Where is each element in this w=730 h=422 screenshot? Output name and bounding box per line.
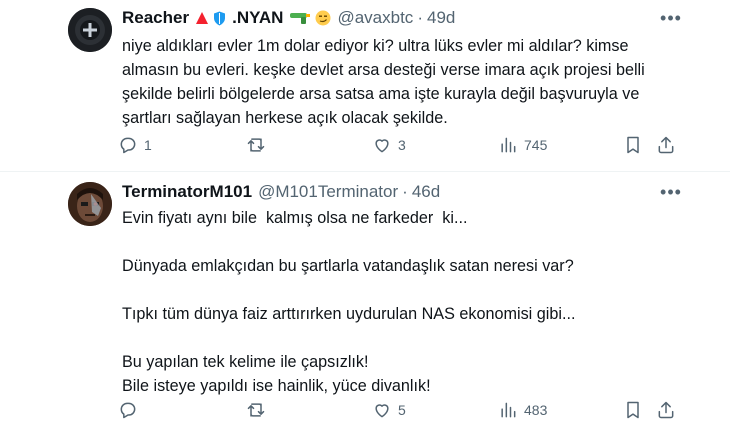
like-count: 5 xyxy=(398,402,406,418)
reply-icon xyxy=(120,402,136,419)
tweet-text-line: şekilde belirli bölgelerde arsa satsa am… xyxy=(122,85,640,103)
tweet-text: niye aldıkları evler 1m dolar ediyor ki?… xyxy=(122,34,670,130)
tweet-text-line: Evin fiyatı aynı bile kalmış olsa ne far… xyxy=(122,209,468,227)
water-gun-icon xyxy=(290,13,311,24)
red-triangle-icon xyxy=(196,12,209,24)
avatar[interactable] xyxy=(68,8,112,52)
tweet-text-line: Bile isteye yapıldı ise hainlik, yüce di… xyxy=(122,377,431,395)
name-badges xyxy=(195,11,226,26)
like-button[interactable]: 3 xyxy=(372,133,406,157)
avatar[interactable] xyxy=(68,182,112,226)
name-suffix: .NYAN xyxy=(232,8,284,27)
tweet-text-line: Dünyada emlakçıdan bu şartlarla vatandaş… xyxy=(122,257,574,275)
like-icon xyxy=(375,404,389,418)
blue-shield-icon xyxy=(214,11,226,25)
tweet-text-line: almasın bu evleri. keşke devlet arsa des… xyxy=(122,61,645,79)
reply-count: 1 xyxy=(144,137,152,153)
tweet-header: Reacher .NYAN @avaxbtc · 49d xyxy=(122,8,455,28)
handle[interactable]: @M101Terminator xyxy=(258,182,398,202)
like-count: 3 xyxy=(398,137,406,153)
tweet-text-line: Bu yapılan tek kelime ile çapsızlık! xyxy=(122,353,369,371)
retweet-button[interactable] xyxy=(246,133,272,157)
more-icon[interactable]: ••• xyxy=(660,182,682,202)
avatar-image xyxy=(68,8,112,52)
separator-dot: · xyxy=(402,182,408,201)
tweet[interactable]: Reacher .NYAN @avaxbtc · 49d ••• niye al… xyxy=(0,0,730,172)
views-button[interactable]: 483 xyxy=(498,398,547,422)
bookmark-icon xyxy=(627,136,639,154)
like-icon xyxy=(375,139,389,153)
reply-icon xyxy=(120,137,136,154)
display-name[interactable]: Reacher xyxy=(122,8,189,28)
tweet-text-line: şartları sağlayan herkese açık olacak şe… xyxy=(122,109,448,127)
handle[interactable]: @avaxbtc xyxy=(337,8,413,28)
separator-dot: · xyxy=(417,8,423,27)
bookmark-button[interactable] xyxy=(623,133,643,157)
reply-button[interactable]: 1 xyxy=(118,133,152,157)
timestamp[interactable]: 46d xyxy=(412,182,440,202)
more-icon[interactable]: ••• xyxy=(660,8,682,28)
tweet-header: TerminatorM101 @M101Terminator · 46d xyxy=(122,182,440,202)
display-name[interactable]: TerminatorM101 xyxy=(122,182,252,202)
paragraph-break xyxy=(122,326,670,350)
view-count: 483 xyxy=(524,402,548,418)
tweet-text-line: niye aldıkları evler 1m dolar ediyor ki?… xyxy=(122,37,629,55)
paragraph-break xyxy=(122,278,670,302)
tweet-text-line: Tıpkı tüm dünya faiz arttırırken uydurul… xyxy=(122,305,576,323)
share-button[interactable] xyxy=(656,398,676,422)
paragraph-break xyxy=(122,230,670,254)
tweet-text: Evin fiyatı aynı bile kalmış olsa ne far… xyxy=(122,206,670,398)
views-icon xyxy=(501,402,516,418)
view-count: 745 xyxy=(524,137,548,153)
action-bar: 1 3 745 xyxy=(118,133,680,157)
views-button[interactable]: 745 xyxy=(498,133,547,157)
avatar-image xyxy=(68,182,112,226)
action-bar: 5 483 xyxy=(118,398,680,422)
retweet-icon xyxy=(247,403,265,417)
share-icon xyxy=(658,401,674,419)
timestamp[interactable]: 49d xyxy=(427,8,455,28)
reply-button[interactable] xyxy=(118,398,144,422)
tweet[interactable]: TerminatorM101 @M101Terminator · 46d •••… xyxy=(0,172,730,420)
share-icon xyxy=(658,136,674,154)
retweet-icon xyxy=(247,138,265,152)
bookmark-icon xyxy=(627,401,639,419)
name-emojis xyxy=(289,10,331,26)
retweet-button[interactable] xyxy=(246,398,272,422)
smirk-face-icon xyxy=(315,10,331,26)
bookmark-button[interactable] xyxy=(623,398,643,422)
views-icon xyxy=(501,137,516,153)
like-button[interactable]: 5 xyxy=(372,398,406,422)
share-button[interactable] xyxy=(656,133,676,157)
